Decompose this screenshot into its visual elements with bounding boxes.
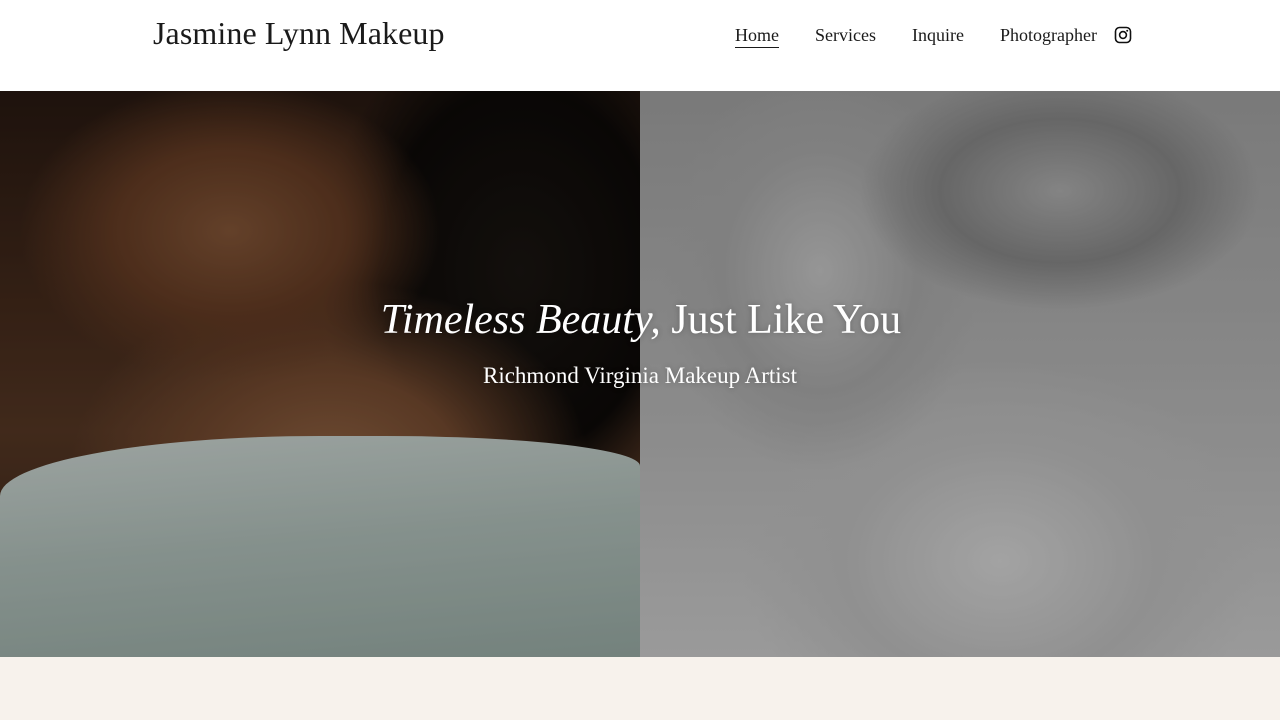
site-title-link[interactable]: Jasmine Lynn Makeup — [153, 13, 445, 53]
nav-link-inquire[interactable]: Inquire — [912, 23, 964, 47]
content-section — [0, 657, 1280, 720]
main-nav: Home Services Inquire Photographer — [735, 22, 1132, 48]
nav-link-services[interactable]: Services — [815, 23, 876, 47]
hero-banner: Timeless Beauty, Just Like You Richmond … — [0, 91, 1280, 657]
hero-heading-regular: Just Like You — [671, 297, 902, 343]
nav-link-home[interactable]: Home — [735, 23, 779, 48]
hero-subheading: Richmond Virginia Makeup Artist — [482, 363, 797, 388]
nav-link-photographer[interactable]: Photographer — [1000, 23, 1097, 47]
site-header: Jasmine Lynn Makeup Home Services Inquir… — [0, 0, 1280, 91]
instagram-icon[interactable] — [1114, 26, 1132, 44]
hero-heading-italic: Timeless Beauty, — [380, 297, 661, 343]
instagram-icon-graphic — [1114, 26, 1132, 44]
hero-heading: Timeless Beauty, Just Like You — [0, 294, 1280, 346]
